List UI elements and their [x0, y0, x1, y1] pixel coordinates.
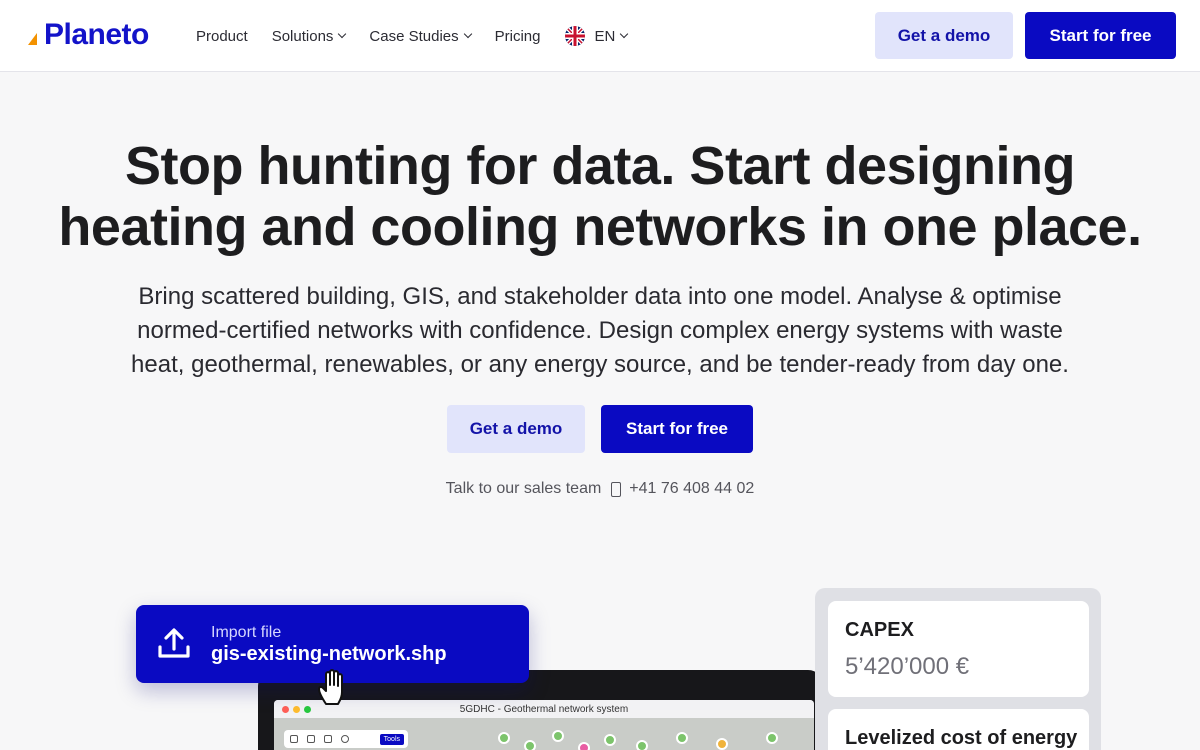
sales-text: Talk to our sales team	[445, 480, 602, 497]
nav-link-solutions[interactable]: Solutions	[271, 27, 347, 45]
nav-get-demo-button[interactable]: Get a demo	[875, 12, 1013, 59]
stat-label: Levelized cost of energy	[845, 727, 1078, 749]
logo-text: Planeto	[44, 18, 149, 51]
map-node-icon	[604, 734, 616, 746]
hero-subtitle: Bring scattered building, GIS, and stake…	[80, 280, 1120, 382]
nav-link-product[interactable]: Product	[196, 28, 248, 45]
nav-link-label: Solutions	[271, 27, 334, 45]
hero-start-free-button[interactable]: Start for free	[601, 405, 753, 453]
chevron-down-icon	[620, 29, 629, 39]
chevron-down-icon	[338, 29, 347, 39]
nav-link-case-studies[interactable]: Case Studies	[369, 27, 472, 45]
language-label: EN	[594, 27, 616, 45]
map-node-icon	[766, 732, 778, 744]
network-map: Tools	[274, 718, 814, 750]
stats-panel: CAPEX 5’420’000 € Levelized cost of ener…	[815, 588, 1101, 750]
stat-value: 5’420’000 €	[845, 653, 970, 680]
map-node-icon	[676, 732, 688, 744]
sales-phone-link[interactable]: +41 76 408 44 02	[629, 480, 754, 498]
phone-icon	[611, 481, 622, 497]
map-node-icon	[578, 742, 590, 750]
app-screen: 5GDHC - Geothermal network system Tools	[274, 700, 814, 750]
tools-button: Tools	[379, 733, 404, 745]
import-file-label: Import file	[211, 624, 282, 641]
planeto-logo[interactable]: Planeto	[28, 18, 149, 52]
app-title: 5GDHC - Geothermal network system	[459, 704, 629, 715]
upload-icon	[158, 628, 190, 658]
hero-subtitle-line: normed-certified networks with confidenc…	[137, 317, 1063, 344]
nav-start-free-button[interactable]: Start for free	[1025, 12, 1176, 59]
hero-title-line: Stop hunting for data. Start designing	[125, 136, 1075, 196]
nav-link-label: Case Studies	[369, 27, 459, 45]
chevron-down-icon	[463, 29, 472, 39]
hero-subtitle-line: heat, geothermal, renewables, or any ene…	[131, 351, 1069, 378]
uk-flag-icon	[564, 26, 585, 46]
nav-links: Product Solutions Case Studies Pricing E…	[196, 0, 629, 72]
import-file-name: gis-existing-network.shp	[211, 643, 447, 665]
hero-title: Stop hunting for data. Start designing h…	[0, 136, 1200, 258]
stat-card-lcoe: Levelized cost of energy	[828, 709, 1089, 750]
map-toolbar: Tools	[284, 730, 408, 748]
sales-contact: Talk to our sales team +41 76 408 44 02	[0, 480, 1200, 498]
stat-card-capex: CAPEX 5’420’000 €	[828, 601, 1089, 697]
hand-cursor-icon	[318, 669, 343, 705]
logo-mark-icon	[28, 23, 42, 47]
grid-tool-icon	[307, 735, 315, 743]
nav-link-label: Product	[196, 27, 248, 45]
stat-label: CAPEX	[845, 619, 914, 641]
hero-subtitle-line: Bring scattered building, GIS, and stake…	[138, 283, 1062, 310]
hero-get-demo-button[interactable]: Get a demo	[447, 405, 585, 453]
top-navigation: Planeto Product Solutions Case Studies P…	[0, 0, 1200, 72]
map-node-icon	[716, 738, 728, 750]
nav-link-label: Pricing	[494, 27, 541, 45]
language-selector[interactable]: EN	[564, 26, 629, 46]
hero-title-line: heating and cooling networks in one plac…	[58, 197, 1142, 257]
select-tool-icon	[290, 735, 298, 743]
map-node-icon	[636, 740, 648, 750]
map-node-icon	[498, 732, 510, 744]
map-node-icon	[524, 740, 536, 750]
nav-link-pricing[interactable]: Pricing	[495, 28, 541, 45]
map-node-icon	[552, 730, 564, 742]
search-tool-icon	[341, 735, 349, 743]
settings-tool-icon	[324, 735, 332, 743]
